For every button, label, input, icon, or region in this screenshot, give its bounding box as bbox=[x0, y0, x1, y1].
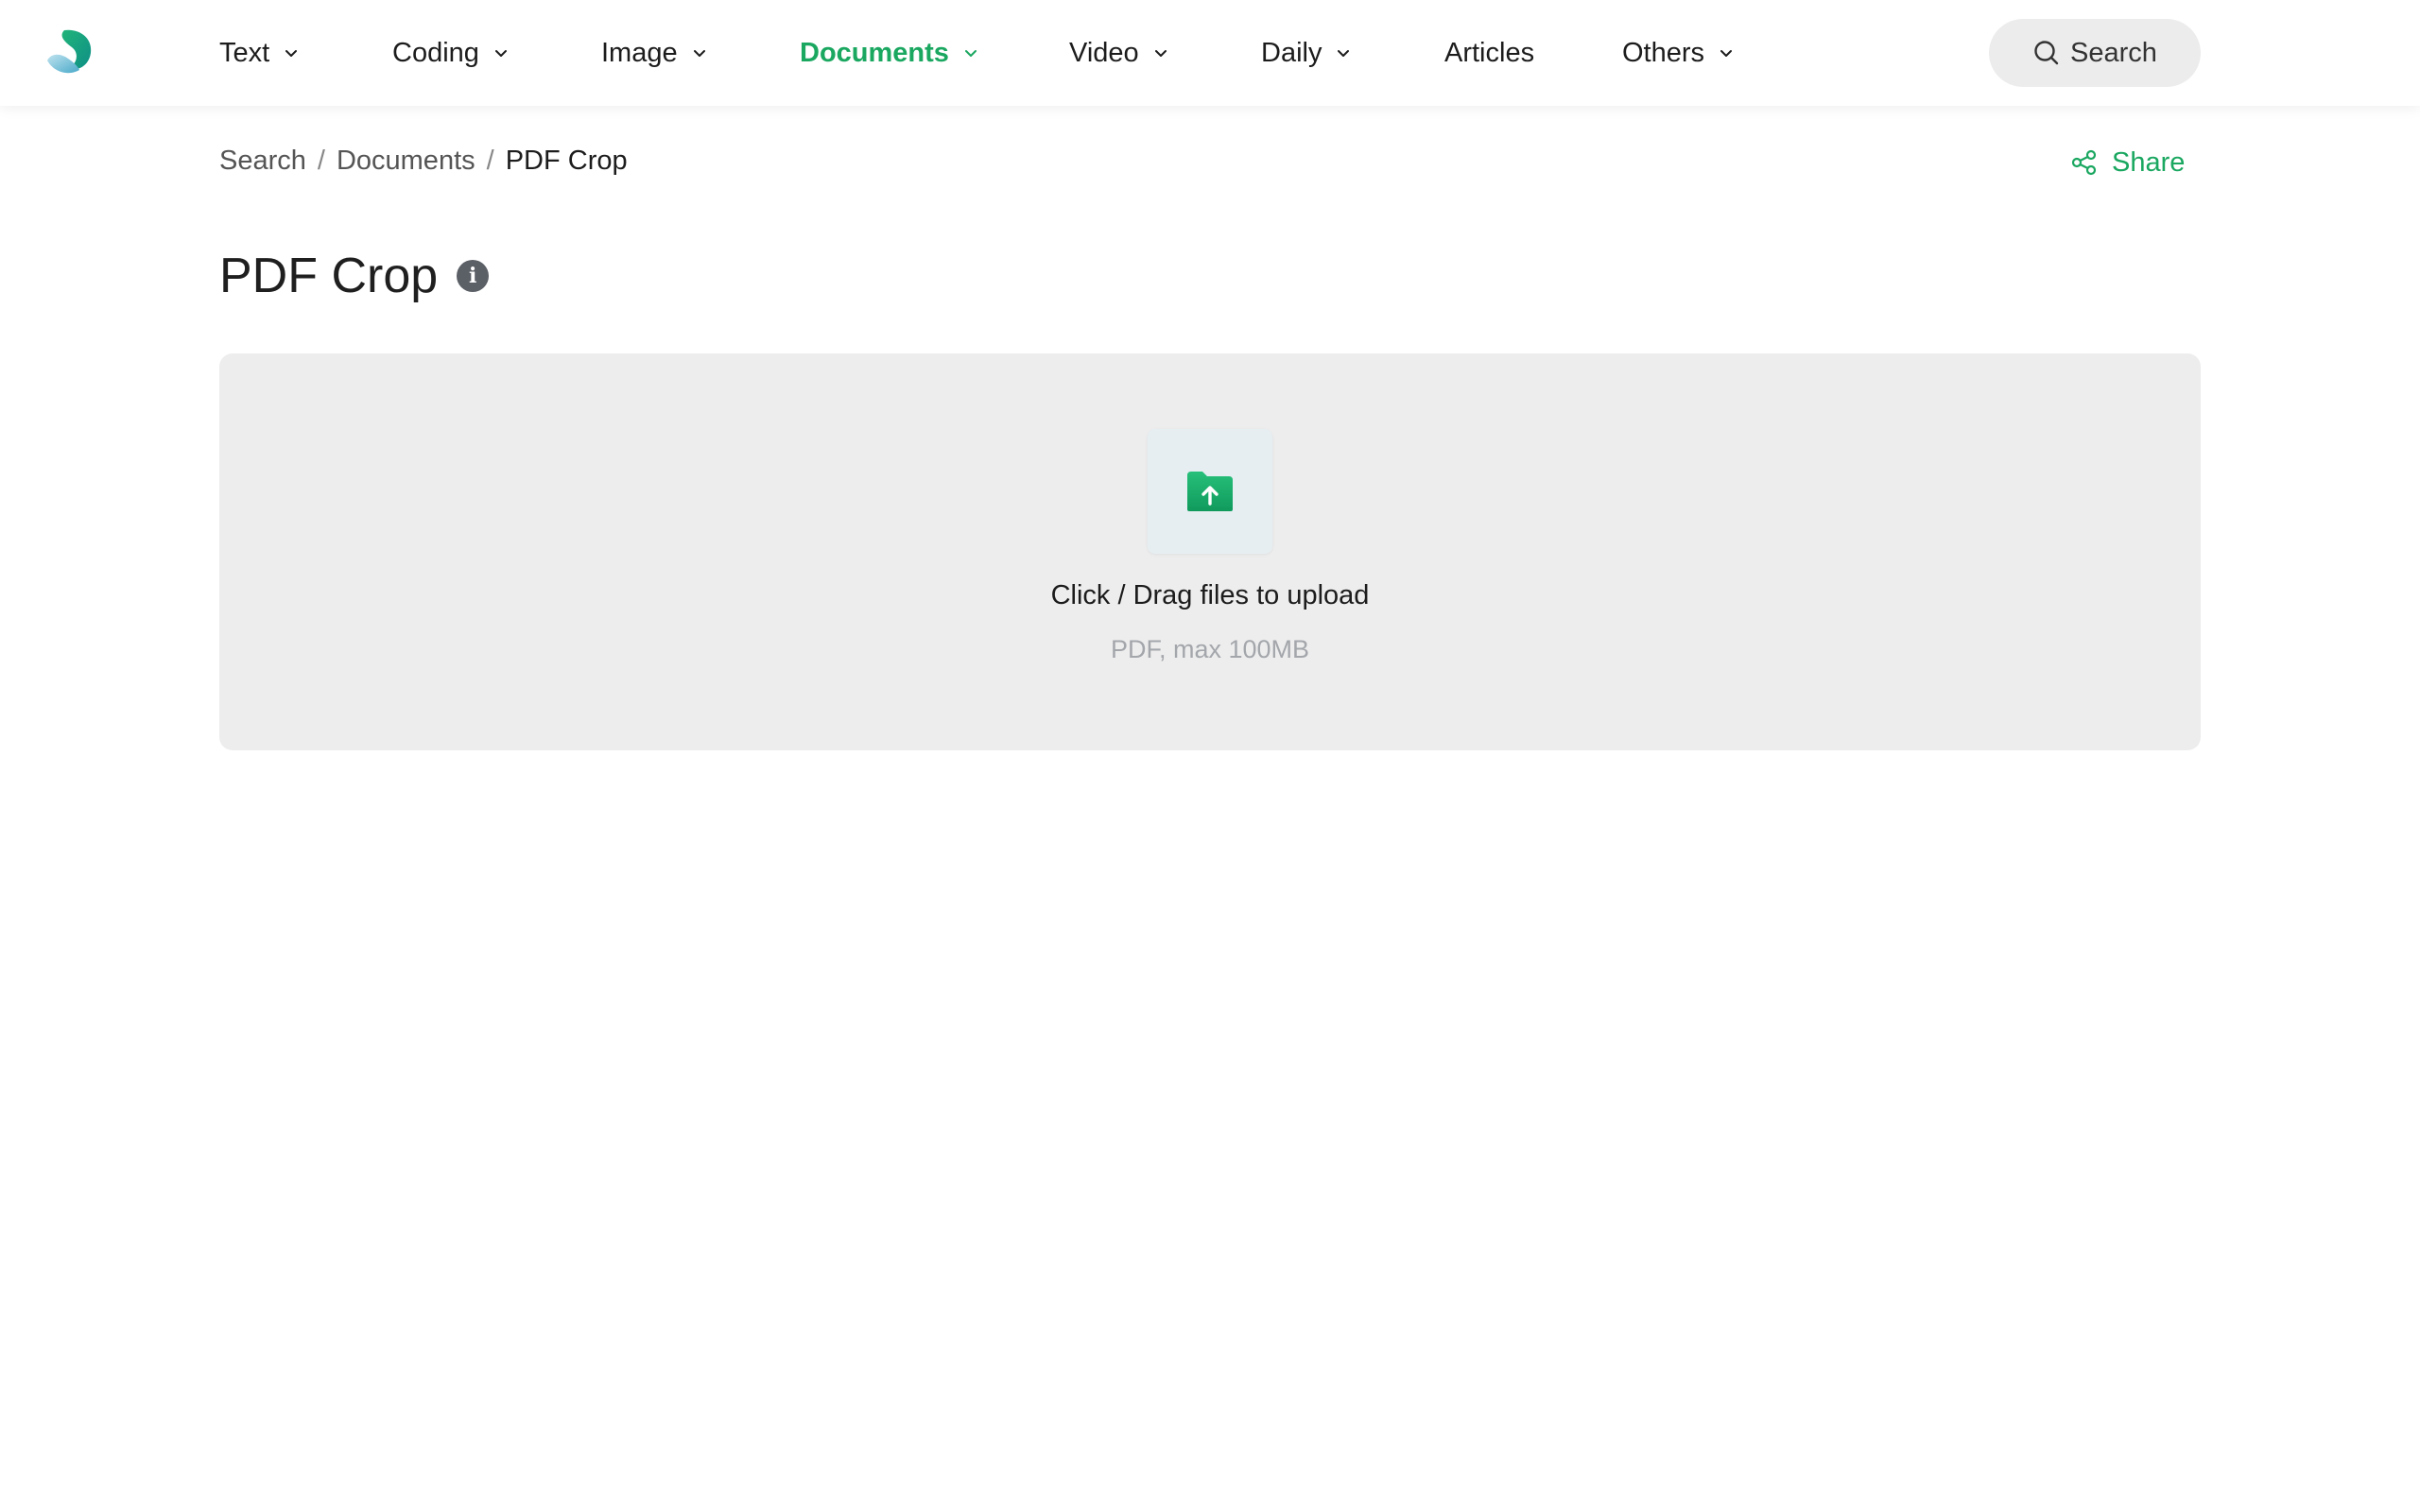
title-row: PDF Crop i bbox=[219, 248, 490, 304]
nav-item-coding[interactable]: Coding bbox=[392, 0, 510, 106]
search-button[interactable]: Search bbox=[1989, 19, 2201, 87]
upload-instruction: Click / Drag files to upload bbox=[1050, 580, 1370, 610]
chevron-down-icon bbox=[1152, 44, 1169, 61]
chevron-down-icon bbox=[493, 44, 510, 61]
breadcrumb-item-documents[interactable]: Documents bbox=[337, 146, 475, 177]
share-button[interactable]: Share bbox=[2070, 144, 2185, 181]
folder-upload-tile[interactable] bbox=[1148, 429, 1272, 554]
nav-item-image[interactable]: Image bbox=[601, 0, 708, 106]
breadcrumb-item-current: PDF Crop bbox=[505, 146, 628, 176]
nav-item-label: Documents bbox=[800, 37, 949, 68]
nav-item-label: Others bbox=[1622, 37, 1705, 68]
search-button-label: Search bbox=[2070, 37, 2157, 68]
top-navigation: Text Coding Image Documents Video Daily bbox=[0, 0, 2420, 106]
nav-item-articles[interactable]: Articles bbox=[1444, 0, 1534, 106]
breadcrumb-item-search[interactable]: Search bbox=[219, 146, 306, 177]
nav-item-label: Text bbox=[219, 37, 270, 68]
nav-item-label: Articles bbox=[1444, 37, 1535, 68]
nav-item-daily[interactable]: Daily bbox=[1261, 0, 1352, 106]
chevron-down-icon bbox=[691, 44, 708, 61]
nav-item-video[interactable]: Video bbox=[1069, 0, 1169, 106]
nav-item-label: Daily bbox=[1261, 37, 1322, 68]
search-icon bbox=[2034, 41, 2059, 65]
share-icon bbox=[2071, 149, 2097, 176]
breadcrumb-separator: / bbox=[486, 146, 494, 176]
file-upload-dropzone[interactable]: Click / Drag files to upload PDF, max 10… bbox=[219, 353, 2201, 750]
breadcrumb-separator: / bbox=[317, 146, 325, 176]
upload-constraints: PDF, max 100MB bbox=[1110, 635, 1310, 663]
share-button-label: Share bbox=[2112, 146, 2186, 178]
chevron-down-icon bbox=[1718, 44, 1735, 61]
nav-item-documents[interactable]: Documents bbox=[800, 0, 979, 106]
nav-item-label: Video bbox=[1069, 37, 1139, 68]
page-title: PDF Crop bbox=[219, 249, 439, 303]
nav-item-others[interactable]: Others bbox=[1622, 0, 1735, 106]
breadcrumb: Search / Documents / PDF Crop bbox=[219, 146, 628, 177]
folder-upload-icon bbox=[1187, 472, 1233, 511]
chevron-down-icon bbox=[283, 44, 300, 61]
chevron-down-icon bbox=[962, 44, 979, 61]
chevron-down-icon bbox=[1335, 44, 1352, 61]
nav-item-label: Image bbox=[601, 37, 678, 68]
nav-item-label: Coding bbox=[392, 37, 479, 68]
nav-item-text[interactable]: Text bbox=[219, 0, 300, 106]
info-icon[interactable]: i bbox=[457, 260, 490, 292]
brand-logo[interactable] bbox=[45, 28, 93, 76]
